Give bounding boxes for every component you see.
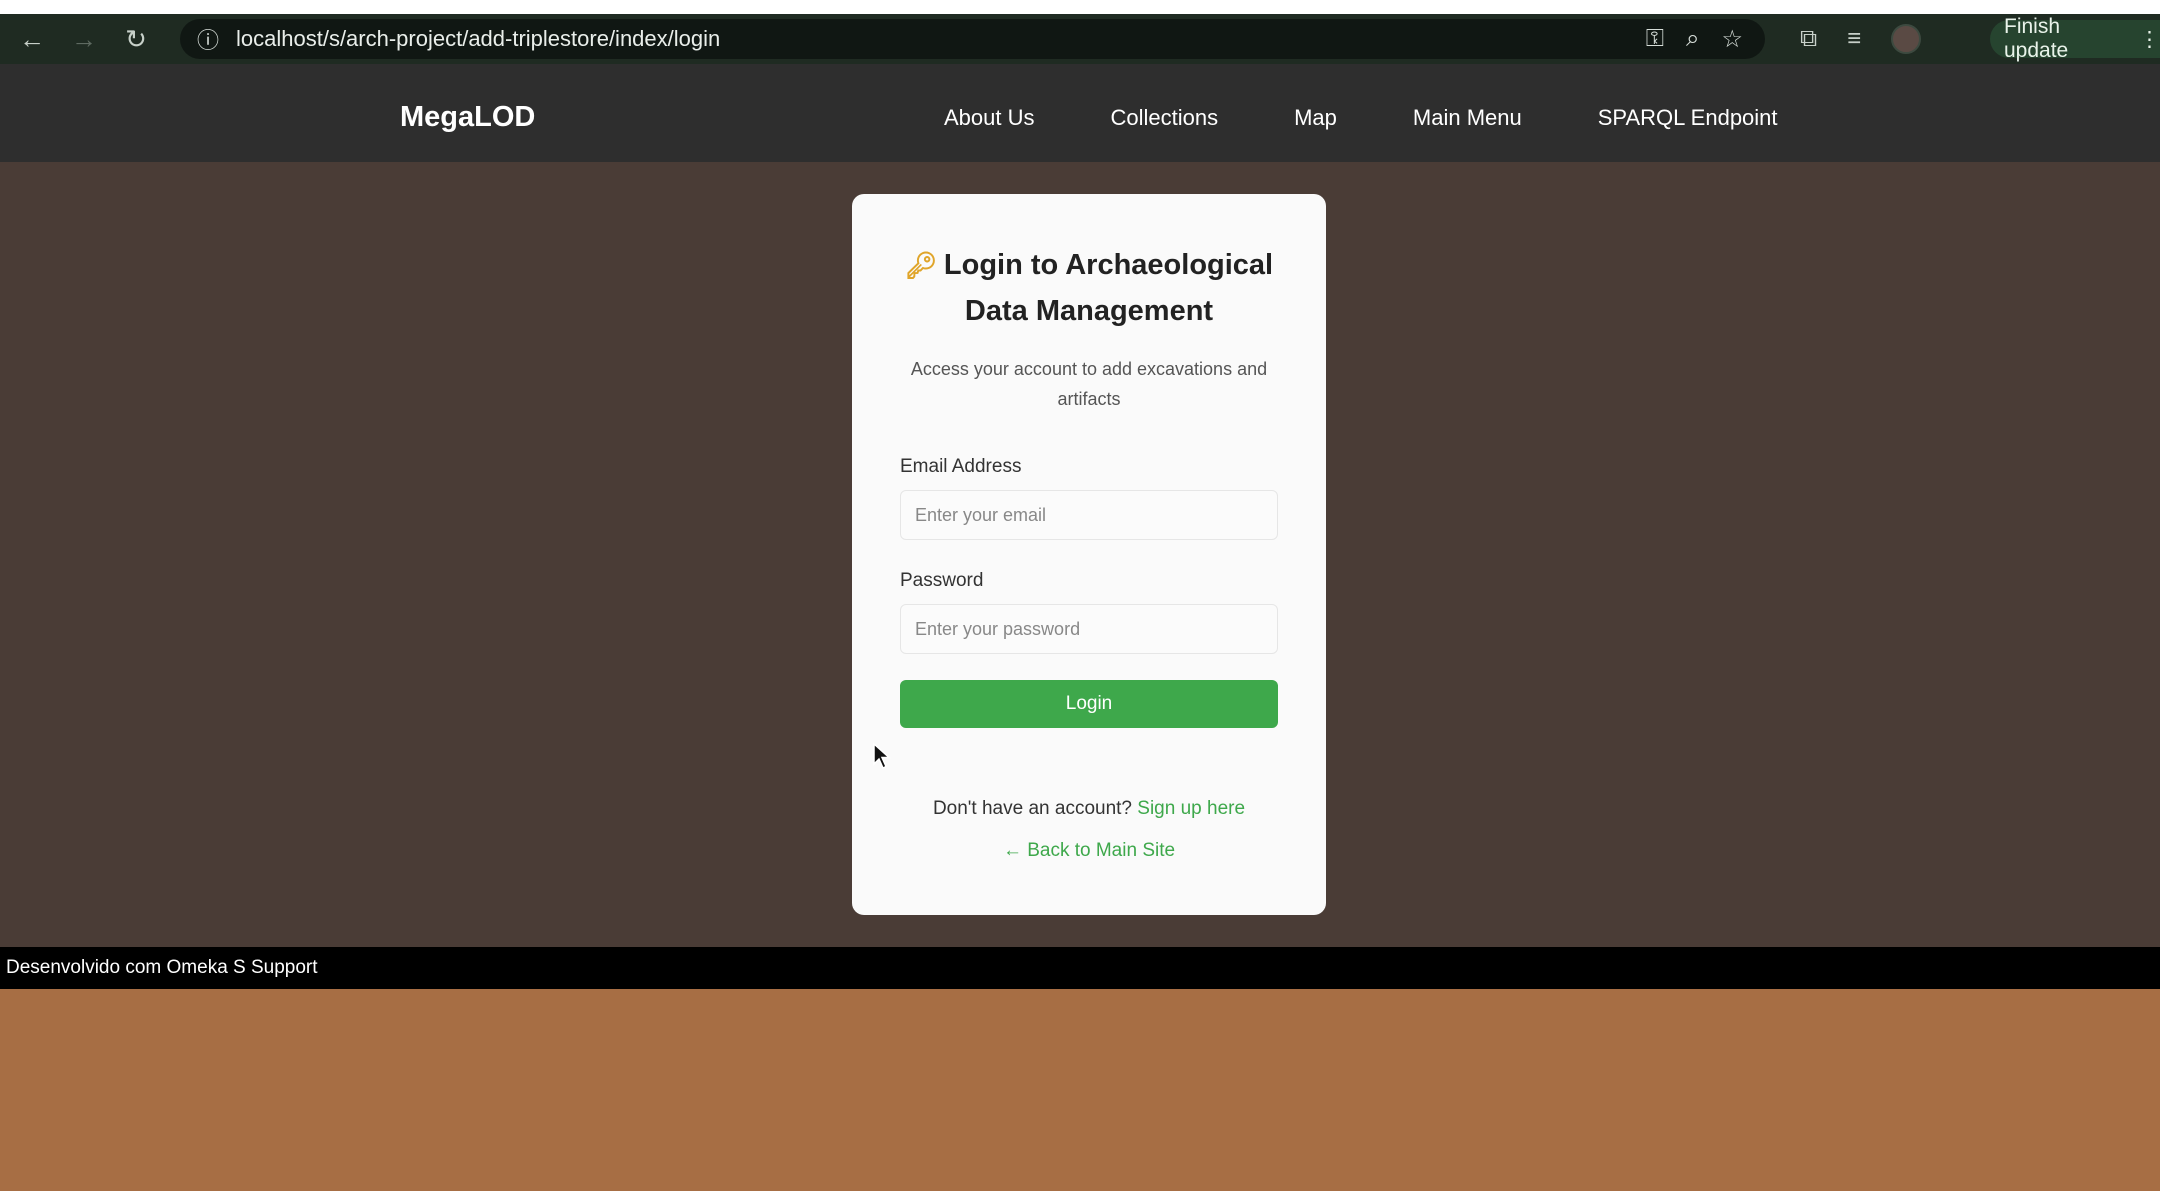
nav-sparql-endpoint[interactable]: SPARQL Endpoint	[1598, 105, 1778, 131]
login-title-line2: Data Management	[964, 295, 1214, 327]
login-subtitle-line1: Access your account to add excavations a…	[910, 359, 1268, 379]
browser-toolbar: ← → ↻ ⓘ localhost/s/arch-project/add-tri…	[0, 14, 2160, 64]
page-bottom-area	[0, 989, 2160, 1191]
email-label: Email Address	[900, 456, 1022, 477]
more-menu-icon[interactable]: ⋮	[2139, 27, 2160, 52]
nav-collections[interactable]: Collections	[1111, 105, 1219, 131]
site-brand[interactable]: MegaLOD	[400, 64, 535, 162]
forward-arrow-icon[interactable]: →	[58, 14, 110, 64]
address-url[interactable]: localhost/s/arch-project/add-triplestore…	[236, 26, 720, 52]
signup-link[interactable]: Sign up here	[1137, 798, 1245, 819]
zoom-icon[interactable]: ⌕	[1686, 25, 1699, 53]
main-content: 🔑︎ Login to Archaeological Data Managemen…	[0, 162, 2160, 947]
login-subtitle-line2: artifacts	[1057, 389, 1121, 409]
site-footer: Desenvolvido com Omeka S Support	[0, 947, 2160, 989]
mouse-cursor-icon	[873, 742, 891, 770]
password-label: Password	[900, 570, 984, 591]
extensions-puzzle-icon[interactable]: ⧉	[1800, 25, 1817, 53]
site-header: MegaLOD About Us Collections Map Main Me…	[0, 64, 2160, 162]
login-subtitle: Access your account to add excavations a…	[900, 354, 1278, 414]
finish-update-button[interactable]: Finish update ⋮	[1990, 15, 2160, 62]
main-nav: About Us Collections Map Main Menu SPARQ…	[944, 64, 1778, 162]
media-controls-icon[interactable]: ≡	[1847, 25, 1861, 53]
login-card: 🔑︎ Login to Archaeological Data Managemen…	[852, 194, 1326, 915]
profile-avatar[interactable]	[1891, 24, 1922, 54]
key-icon: 🔑︎	[904, 250, 938, 280]
address-bar-icons: ⚿ ⌕ ☆	[1646, 19, 1743, 59]
address-bar[interactable]: ⓘ localhost/s/arch-project/add-triplesto…	[180, 19, 1765, 59]
login-title: 🔑︎ Login to Archaeological Data Managemen…	[900, 242, 1278, 334]
site-info-icon[interactable]: ⓘ	[186, 19, 230, 59]
signup-prompt-line: Don't have an account? Sign up here	[900, 798, 1278, 820]
back-arrow-icon[interactable]: ←	[6, 14, 58, 64]
nav-main-menu[interactable]: Main Menu	[1413, 105, 1522, 131]
password-key-icon[interactable]: ⚿	[1646, 25, 1664, 53]
login-button[interactable]: Login	[900, 680, 1278, 728]
finish-update-label: Finish update	[2004, 15, 2069, 62]
nav-map[interactable]: Map	[1294, 105, 1337, 131]
login-title-line1: Login to Archaeological	[943, 249, 1274, 281]
back-to-main-site-link[interactable]: ← Back to Main Site	[1003, 840, 1175, 862]
signup-prompt: Don't have an account?	[932, 798, 1132, 819]
reload-icon[interactable]: ↻	[110, 14, 162, 64]
nav-about-us[interactable]: About Us	[944, 105, 1035, 131]
browser-actions: ⧉ ≡	[1800, 14, 1922, 64]
email-field[interactable]	[900, 490, 1278, 540]
password-field[interactable]	[900, 604, 1278, 654]
screen-top-strip	[0, 0, 2160, 14]
bookmark-star-icon[interactable]: ☆	[1721, 25, 1743, 54]
